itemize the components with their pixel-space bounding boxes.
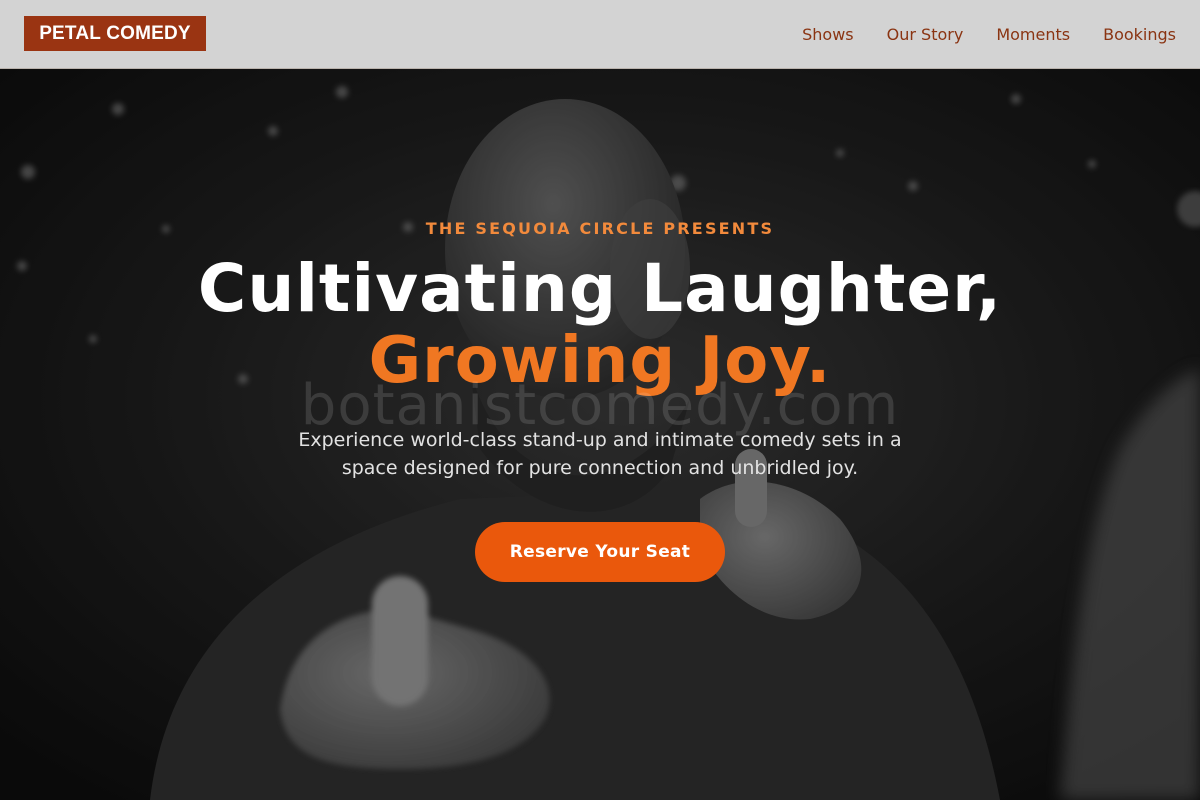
- hero-subtitle: Experience world-class stand-up and inti…: [298, 429, 902, 479]
- hero-content: THE SEQUOIA CIRCLE PRESENTS Cultivating …: [0, 69, 1200, 800]
- headline-line-1: Cultivating Laughter,: [197, 250, 1003, 327]
- hero-headline: Cultivating Laughter, Growing Joy.: [0, 250, 1200, 398]
- nav-link-moments[interactable]: Moments: [996, 25, 1070, 44]
- top-nav: PETAL COMEDY Shows Our Story Moments Boo…: [0, 0, 1200, 69]
- hero-section: THE SEQUOIA CIRCLE PRESENTS Cultivating …: [0, 69, 1200, 800]
- nav-link-bookings[interactable]: Bookings: [1103, 25, 1176, 44]
- nav-link-our-story[interactable]: Our Story: [887, 25, 964, 44]
- nav-link-shows[interactable]: Shows: [802, 25, 854, 44]
- hero-eyebrow: THE SEQUOIA CIRCLE PRESENTS: [425, 219, 775, 238]
- nav-links: Shows Our Story Moments Bookings: [769, 0, 1176, 68]
- brand-logo[interactable]: PETAL COMEDY: [24, 16, 206, 51]
- reserve-seat-button[interactable]: Reserve Your Seat: [475, 522, 725, 582]
- headline-line-2: Growing Joy.: [368, 324, 832, 398]
